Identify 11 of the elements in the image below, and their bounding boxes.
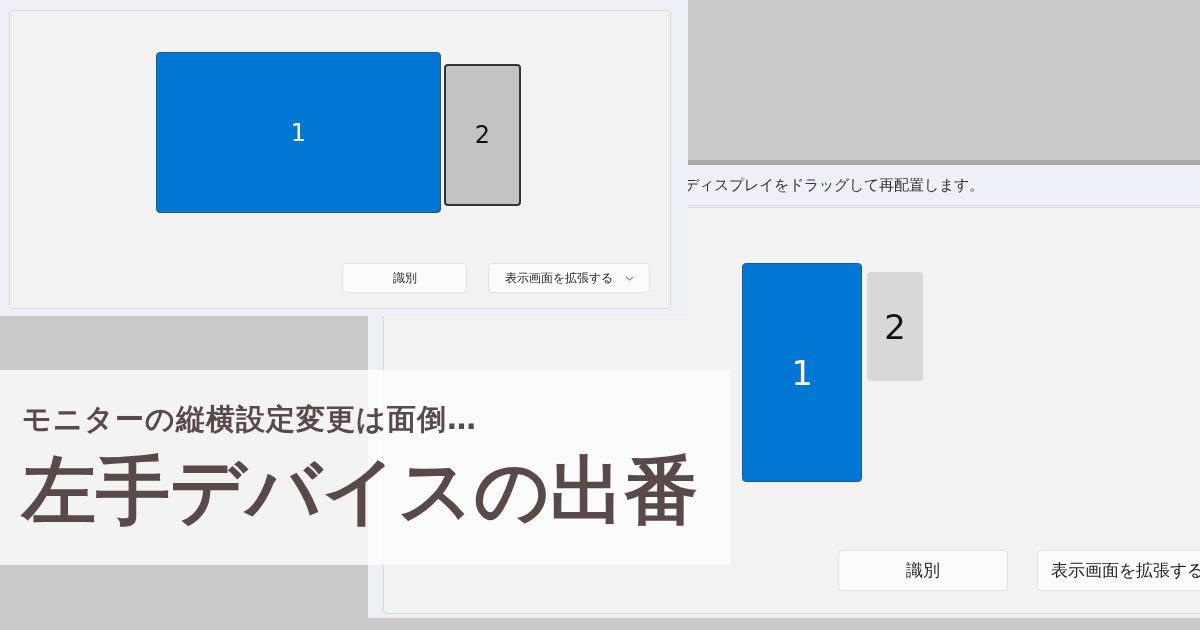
display-tile[interactable]: 1 [156, 52, 441, 213]
button[interactable]: 表示画面を拡張する [1037, 550, 1200, 591]
display-tile[interactable]: 1 [742, 263, 862, 482]
display-tile[interactable]: 2 [444, 64, 521, 206]
button[interactable]: 識別 [342, 263, 467, 293]
chevron-icon [624, 275, 634, 281]
dropdown[interactable]: 表示画面を拡張する [488, 263, 650, 293]
subtitle: モニターの縦横設定変更は面倒… [22, 401, 477, 438]
display-tile[interactable]: 2 [867, 272, 923, 381]
title: 左手デバイスの出番 [22, 446, 698, 535]
button[interactable]: 識別 [838, 550, 1008, 591]
